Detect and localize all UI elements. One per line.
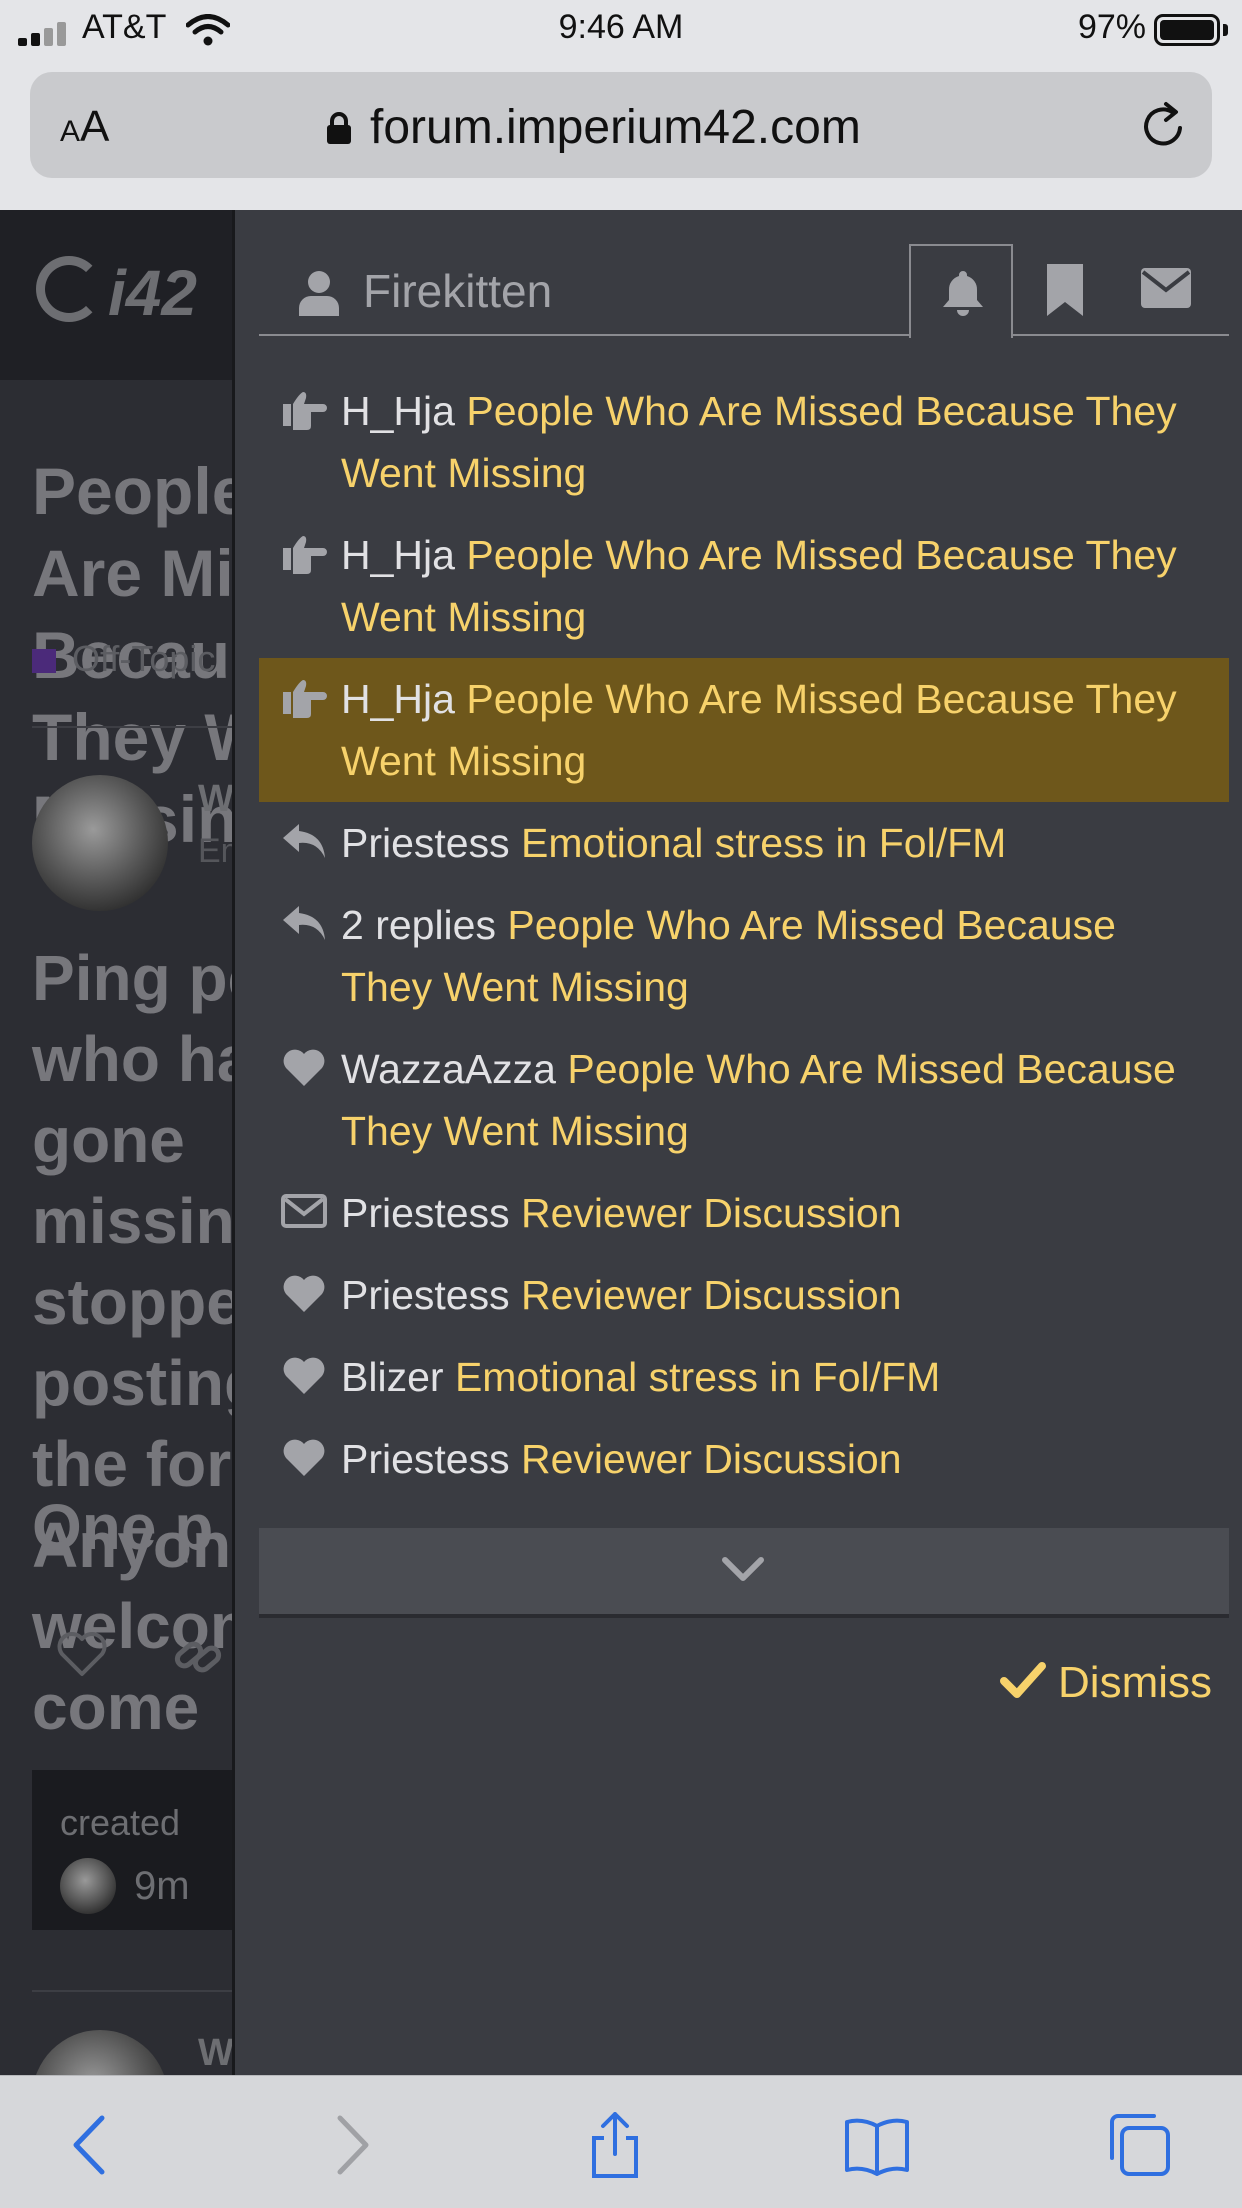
topic-map: created 9m	[32, 1770, 232, 1930]
logo-icon	[36, 256, 102, 322]
browser-address-area: AA forum.imperium42.com	[0, 60, 1242, 210]
notification-item[interactable]: Blizer Emotional stress in Fol/FM	[259, 1336, 1229, 1418]
notification-item[interactable]: H_Hja People Who Are Missed Because They…	[259, 370, 1229, 514]
clock: 9:46 AM	[558, 8, 684, 46]
notification-topic: Reviewer Discussion	[521, 1436, 902, 1482]
battery-icon	[1154, 14, 1220, 46]
notification-topic: People Who Are Missed Because They Went …	[341, 676, 1177, 784]
dismiss-button[interactable]: Dismiss	[1000, 1658, 1212, 1708]
show-more-button[interactable]	[259, 1528, 1229, 1618]
browser-toolbar	[0, 2075, 1242, 2208]
bell-icon	[943, 271, 983, 316]
hand-pointing-right-icon	[281, 530, 327, 576]
notification-item[interactable]: Priestess Reviewer Discussion	[259, 1254, 1229, 1336]
created-label: created	[60, 1802, 181, 1843]
forward-icon[interactable]	[318, 2112, 384, 2178]
notification-user: Priestess	[341, 1272, 510, 1318]
like-icon[interactable]	[56, 1630, 108, 1678]
post-author[interactable]: W	[198, 2032, 232, 2075]
heart-icon	[281, 1434, 327, 1480]
post-author-tag: Em	[198, 832, 232, 870]
notification-user: H_Hja	[341, 388, 455, 434]
user-icon	[299, 271, 339, 316]
username[interactable]: Firekitten	[363, 264, 552, 318]
notification-topic: People Who Are Missed Because They Went …	[341, 388, 1177, 496]
notification-item[interactable]: WazzaAzza People Who Are Missed Because …	[259, 1028, 1229, 1172]
bookmark-icon[interactable]	[1043, 264, 1087, 316]
notification-user: H_Hja	[341, 676, 455, 722]
hand-pointing-right-icon	[281, 674, 327, 720]
status-bar: AT&T 9:46 AM 97%	[0, 0, 1242, 60]
notification-user: Priestess	[341, 1190, 510, 1236]
divider	[32, 726, 232, 728]
heart-icon	[281, 1270, 327, 1316]
link-icon[interactable]	[170, 1630, 226, 1682]
post-author[interactable]: WazzaAzza	[198, 778, 232, 821]
notification-user: Priestess	[341, 820, 510, 866]
check-icon	[1000, 1662, 1047, 1698]
notification-user: Priestess	[341, 1436, 510, 1482]
reply-icon	[281, 900, 327, 946]
site-logo[interactable]: i42	[108, 256, 197, 330]
address-bar[interactable]: AA forum.imperium42.com	[30, 72, 1212, 178]
notification-user: H_Hja	[341, 532, 455, 578]
notification-user: WazzaAzza	[341, 1046, 556, 1092]
notification-user: 2 replies	[341, 902, 496, 948]
notification-item[interactable]: H_Hja People Who Are Missed Because They…	[259, 658, 1229, 802]
notification-topic: Reviewer Discussion	[521, 1190, 902, 1236]
notification-user: Blizer	[341, 1354, 444, 1400]
reply-icon	[281, 818, 327, 864]
notification-list: H_Hja People Who Are Missed Because They…	[259, 370, 1229, 1500]
created-ago: 9m	[134, 1864, 190, 1908]
site-header: i42	[0, 210, 232, 380]
back-icon[interactable]	[58, 2112, 124, 2178]
avatar[interactable]	[32, 2030, 168, 2075]
hand-pointing-right-icon	[281, 386, 327, 432]
avatar	[60, 1858, 116, 1914]
background-page: i42 People Who Are Missed Because They W…	[0, 210, 232, 2075]
tab-notifications[interactable]	[909, 244, 1013, 338]
envelope-icon[interactable]	[1141, 268, 1191, 308]
user-menu-panel: Firekitten H_Hja People Who Are Missed B…	[232, 210, 1242, 2075]
user-profile-link[interactable]: Firekitten	[259, 244, 909, 336]
heart-icon	[281, 1352, 327, 1398]
post-body: Ping people who have gone missing, stopp…	[32, 942, 232, 1743]
battery-percent: 97%	[1077, 8, 1146, 46]
chevron-down-icon	[722, 1557, 764, 1581]
heart-icon	[281, 1044, 327, 1090]
notification-item[interactable]: Priestess Emotional stress in Fol/FM	[259, 802, 1229, 884]
notification-topic: Emotional stress in Fol/FM	[454, 1354, 941, 1400]
envelope-icon	[281, 1188, 327, 1234]
notification-topic: Emotional stress in Fol/FM	[521, 820, 1007, 866]
notification-item[interactable]: Priestess Reviewer Discussion	[259, 1418, 1229, 1500]
lock-icon	[327, 112, 351, 144]
post-body-continued: One p	[32, 1491, 214, 1563]
share-icon[interactable]	[582, 2112, 648, 2178]
url-text[interactable]: forum.imperium42.com	[370, 100, 861, 155]
reload-icon[interactable]	[1136, 98, 1192, 154]
tabs-icon[interactable]	[1106, 2112, 1172, 2178]
avatar[interactable]	[32, 775, 168, 911]
notification-item[interactable]: H_Hja People Who Are Missed Because They…	[259, 514, 1229, 658]
notification-topic: People Who Are Missed Because They Went …	[341, 532, 1177, 640]
text-size-button[interactable]: AA	[60, 102, 109, 152]
category-badge[interactable]: Off-Topic	[32, 638, 215, 680]
divider	[32, 1990, 232, 1992]
user-menu-tabs: Firekitten	[259, 244, 1229, 338]
notification-item[interactable]: 2 replies People Who Are Missed Because …	[259, 884, 1229, 1028]
notification-topic: Reviewer Discussion	[521, 1272, 902, 1318]
notification-item[interactable]: Priestess Reviewer Discussion	[259, 1172, 1229, 1254]
bookmarks-icon[interactable]	[844, 2112, 910, 2178]
dismiss-label: Dismiss	[1058, 1658, 1212, 1707]
